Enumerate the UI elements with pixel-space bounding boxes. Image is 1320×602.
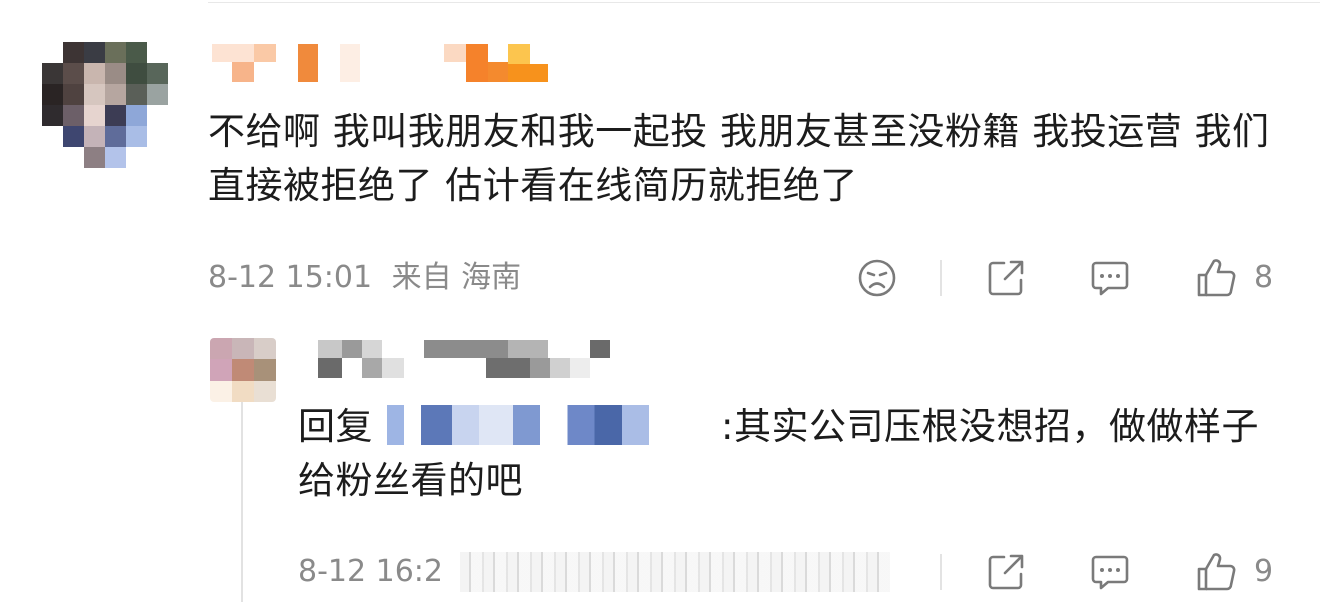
- comment-icon: [1091, 261, 1129, 296]
- reply-like-button[interactable]: [1194, 550, 1238, 594]
- comment-button[interactable]: [1088, 256, 1132, 300]
- redacted-meta: [460, 552, 890, 592]
- thumbs-up-icon: [1197, 553, 1236, 591]
- redacted-mention: [377, 405, 717, 445]
- like-button[interactable]: [1194, 256, 1238, 300]
- comment-text: 不给啊 我叫我朋友和我一起投 我朋友甚至没粉籍 我投运营 我们直接被拒绝了 估计…: [208, 110, 1270, 207]
- share-icon: [988, 260, 1024, 296]
- share-button[interactable]: [984, 256, 1028, 300]
- avatar[interactable]: [42, 42, 168, 168]
- thread-line: [241, 402, 243, 602]
- comment-location: 来自 海南: [391, 260, 522, 295]
- comment-icon: [1091, 555, 1129, 590]
- action-divider: [940, 554, 942, 590]
- reply-username[interactable]: [300, 338, 640, 378]
- reply-text: 回复:其实公司压根没想招，做做样子给粉丝看的吧: [298, 400, 1288, 508]
- dislike-button[interactable]: [855, 256, 899, 300]
- reply-prefix: 回复: [298, 405, 373, 448]
- sad-face-icon: [858, 259, 896, 297]
- reply-share-button[interactable]: [984, 550, 1028, 594]
- reply-avatar[interactable]: [210, 338, 276, 402]
- top-divider: [208, 2, 1320, 3]
- action-divider: [940, 260, 942, 296]
- comment-date: 8-12 15:01: [208, 260, 373, 295]
- like-count: 8: [1254, 260, 1274, 295]
- share-icon: [988, 554, 1024, 590]
- reply-like-count: 9: [1254, 554, 1274, 589]
- username[interactable]: [212, 42, 552, 82]
- reply-comment-button[interactable]: [1088, 550, 1132, 594]
- reply-date: 8-12 16:2: [298, 554, 443, 589]
- thumbs-up-icon: [1197, 259, 1236, 297]
- comment-meta: 8-12 15:01 来自 海南: [208, 258, 521, 298]
